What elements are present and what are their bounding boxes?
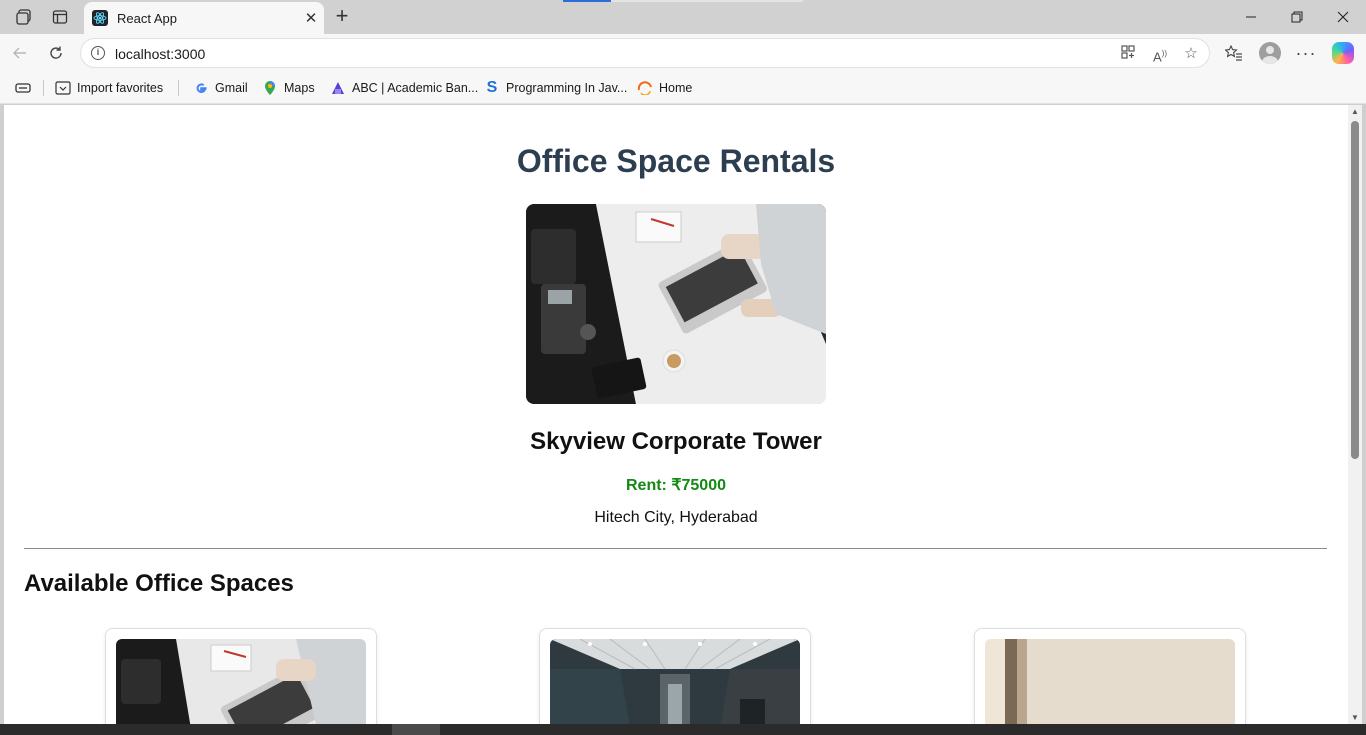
- office-card[interactable]: [539, 628, 811, 724]
- favorite-abc-academic-bank[interactable]: ABC | Academic Ban...: [330, 79, 478, 97]
- new-tab-button[interactable]: +: [330, 5, 354, 29]
- page-viewport: Office Space Rentals Skyview Corporate T…: [4, 105, 1348, 724]
- back-arrow-icon[interactable]: [7, 40, 33, 66]
- abc-icon: [330, 80, 346, 96]
- featured-office-image: [526, 204, 826, 404]
- favorite-star-icon[interactable]: ☆: [1180, 44, 1202, 64]
- favorites-separator: [43, 80, 44, 96]
- page-title: Office Space Rentals: [516, 143, 836, 179]
- office-card-image: [116, 639, 366, 724]
- tab-drag-indicator: [563, 0, 803, 2]
- navigation-bar: i localhost:3000 A)) ☆ ···: [0, 34, 1366, 72]
- maps-pin-icon: [262, 80, 278, 96]
- featured-office-address: Hitech City, Hyderabad: [594, 509, 758, 526]
- page-scrollbar[interactable]: ▲ ▼: [1348, 105, 1362, 724]
- scrollbar-thumb[interactable]: [1351, 121, 1359, 459]
- vertical-tabs-icon[interactable]: [47, 5, 73, 29]
- home-swirl-icon: [637, 80, 653, 96]
- app-available-icon[interactable]: [1117, 44, 1139, 64]
- favorites-separator: [178, 80, 179, 96]
- featured-office-rent: Rent: ₹75000: [626, 477, 726, 494]
- os-taskbar: [0, 724, 1366, 735]
- close-tab-icon[interactable]: ✕: [298, 9, 324, 27]
- favorite-label: Maps: [284, 81, 315, 95]
- copilot-button[interactable]: [1330, 40, 1356, 66]
- favorite-label: Gmail: [215, 81, 248, 95]
- close-window-icon[interactable]: [1320, 0, 1366, 34]
- favorites-bar: Import favorites Gmail Maps ABC | Academ…: [0, 72, 1366, 104]
- avatar-icon: [1259, 42, 1281, 64]
- swayam-icon: S: [486, 79, 498, 96]
- copilot-icon: [1332, 42, 1354, 64]
- office-card-image: [985, 639, 1235, 724]
- workspaces-icon[interactable]: [11, 5, 37, 29]
- profile-avatar[interactable]: [1257, 40, 1283, 66]
- office-card-image: [550, 639, 800, 724]
- featured-office-name: Skyview Corporate Tower: [530, 428, 822, 455]
- google-icon: [193, 80, 209, 96]
- site-info-icon[interactable]: i: [91, 46, 105, 60]
- react-logo-icon: [92, 10, 108, 26]
- favorite-home[interactable]: Home: [637, 79, 692, 97]
- url-text[interactable]: localhost:3000: [115, 46, 205, 62]
- taskbar-active-app[interactable]: [392, 724, 440, 735]
- scroll-down-arrow-icon[interactable]: ▼: [1351, 713, 1359, 722]
- favorite-label: Import favorites: [77, 81, 164, 95]
- tab-react-app[interactable]: React App ✕: [84, 2, 324, 34]
- tab-title: React App: [117, 10, 177, 26]
- section-divider: [24, 548, 1327, 549]
- read-aloud-icon[interactable]: A)): [1149, 44, 1171, 64]
- favorite-import-favorites[interactable]: Import favorites: [55, 79, 163, 97]
- more-menu-icon[interactable]: ···: [1293, 40, 1319, 66]
- minimize-icon[interactable]: [1228, 0, 1274, 34]
- office-card[interactable]: [974, 628, 1246, 724]
- favorite-label: Programming In Jav...: [506, 81, 628, 95]
- office-card[interactable]: [105, 628, 377, 724]
- refresh-icon[interactable]: [43, 40, 69, 66]
- favorite-gmail[interactable]: Gmail: [193, 79, 248, 97]
- import-favorites-icon: [55, 80, 71, 96]
- restore-icon[interactable]: [1274, 0, 1320, 34]
- address-bar[interactable]: i localhost:3000 A)) ☆: [80, 38, 1210, 68]
- favorite-label: ABC | Academic Ban...: [352, 81, 479, 95]
- tab-actions-icon[interactable]: [15, 79, 31, 97]
- section-title: Available Office Spaces: [24, 570, 294, 597]
- scroll-up-arrow-icon[interactable]: ▲: [1351, 107, 1359, 116]
- favorite-label: Home: [659, 81, 693, 95]
- favorites-list-icon[interactable]: [1221, 40, 1247, 66]
- favorite-maps[interactable]: Maps: [262, 79, 315, 97]
- tab-strip: React App ✕ +: [0, 0, 1366, 34]
- favorite-programming-in-java[interactable]: S Programming In Jav...: [484, 79, 628, 97]
